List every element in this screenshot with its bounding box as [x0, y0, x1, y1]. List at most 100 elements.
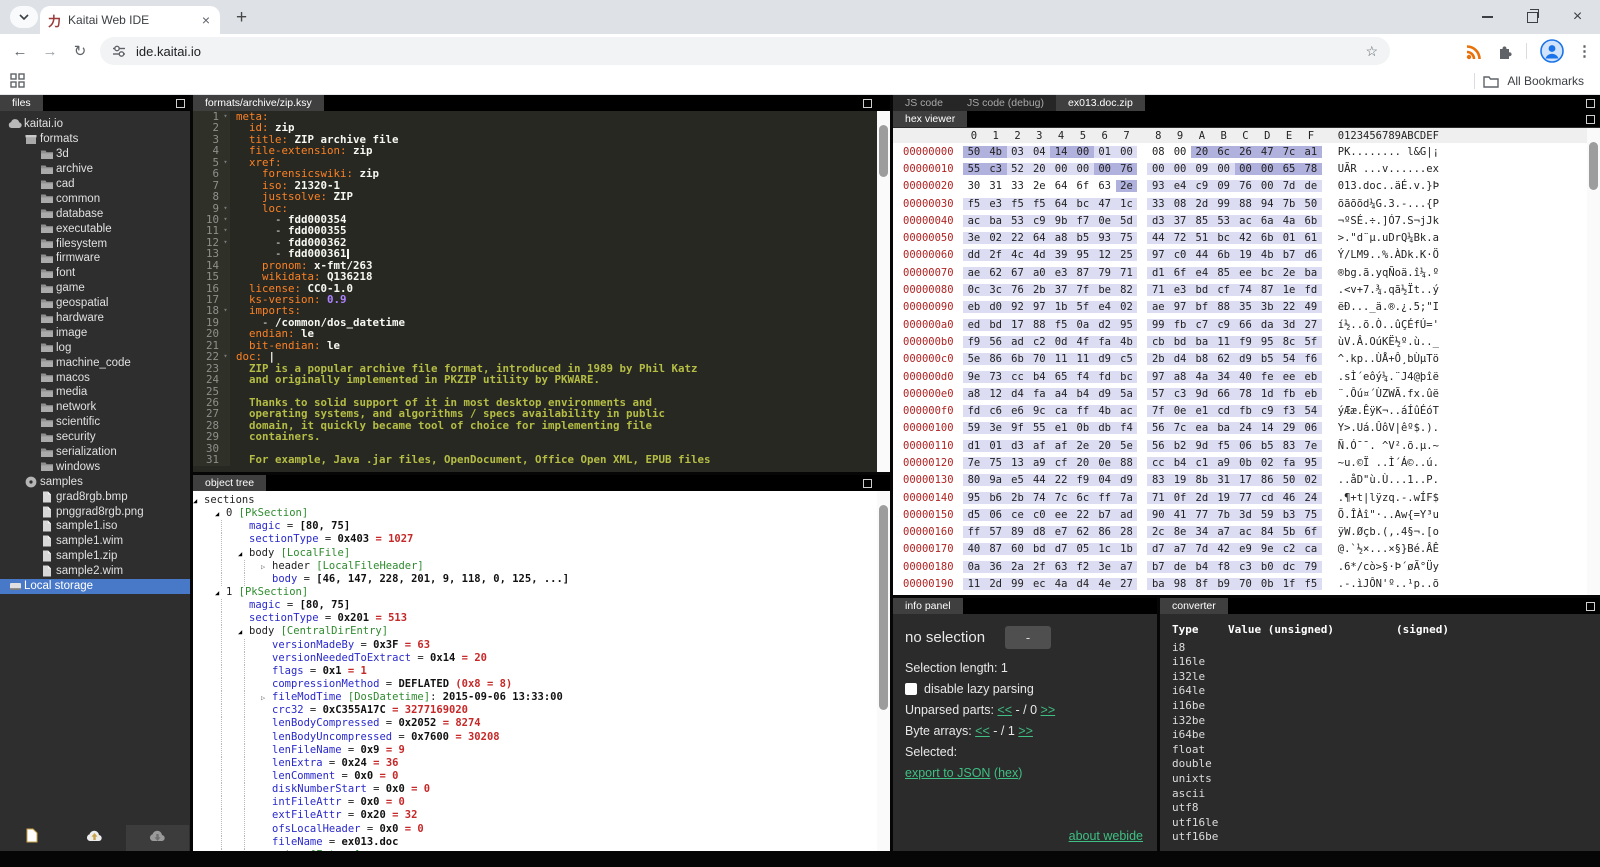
hex-byte[interactable]: 86	[1256, 474, 1278, 486]
object-tree-node[interactable]: fileName = ex013.doc	[193, 836, 877, 849]
hex-byte[interactable]: 88	[1028, 319, 1050, 331]
hex-byte[interactable]: dc	[1278, 561, 1300, 573]
object-tree-node[interactable]: lenFileName = 0x9 = 9	[193, 744, 877, 757]
hex-byte[interactable]: eb	[1300, 388, 1322, 400]
hex-byte[interactable]: 9b	[1050, 215, 1072, 227]
hex-byte[interactable]: b4	[1169, 457, 1191, 469]
hex-byte[interactable]: 7c	[1169, 422, 1191, 434]
hex-byte[interactable]: f9	[1235, 336, 1257, 348]
minimize-button[interactable]	[1465, 0, 1510, 34]
object-tree-node[interactable]: sectionType = 0x403 = 1027	[193, 533, 877, 546]
hex-byte[interactable]: 00	[1147, 163, 1169, 175]
tree-item-sample2-wim[interactable]: sample2.wim	[0, 564, 190, 579]
hex-byte[interactable]: 4e	[1094, 578, 1116, 590]
hex-byte[interactable]: 02	[1256, 457, 1278, 469]
hex-byte[interactable]: 26	[1235, 146, 1257, 158]
hex-byte[interactable]: 00	[1072, 146, 1094, 158]
hex-byte[interactable]: 4b	[1094, 405, 1116, 417]
editor-line[interactable]: 31 For example, Java .jar files, OpenDoc…	[193, 454, 877, 465]
forward-button[interactable]: →	[36, 34, 64, 68]
fold-toggle-icon[interactable]: ▾	[221, 225, 230, 236]
fold-toggle-icon[interactable]: ▾	[221, 157, 230, 168]
hex-byte[interactable]: 2d	[1191, 492, 1213, 504]
hex-byte[interactable]: 33	[1147, 198, 1169, 210]
fold-toggle-icon[interactable]: ▾	[221, 305, 230, 316]
hex-byte[interactable]: ed	[963, 319, 985, 331]
hex-byte[interactable]: a7	[1213, 526, 1235, 538]
hex-byte[interactable]: 88	[1116, 457, 1138, 469]
hex-byte[interactable]: 0b	[1235, 457, 1257, 469]
hex-byte[interactable]: bd	[1028, 543, 1050, 555]
hex-ascii[interactable]: 013.doc..äÉ.v.}Þ	[1338, 180, 1439, 192]
hex-byte[interactable]: ca	[1300, 543, 1322, 555]
editor-line[interactable]: 4 file-extension: zip	[193, 145, 877, 156]
hex-byte[interactable]: 2d	[1191, 198, 1213, 210]
hex-byte[interactable]: 22	[1072, 509, 1094, 521]
hex-byte[interactable]: 0e	[1094, 457, 1116, 469]
hex-byte[interactable]: ba	[1147, 578, 1169, 590]
hex-byte[interactable]: fb	[1278, 388, 1300, 400]
hex-byte[interactable]: ad	[1116, 509, 1138, 521]
tree-item-geospatial[interactable]: geospatial	[0, 296, 190, 311]
hex-byte[interactable]: 97	[1147, 371, 1169, 383]
hex-byte[interactable]: c3	[1169, 388, 1191, 400]
hex-byte[interactable]: f9	[963, 336, 985, 348]
tab-js-code[interactable]: JS code	[893, 95, 955, 111]
address-bar[interactable]: ide.kaitai.io ☆	[100, 37, 1390, 65]
export-hex-link[interactable]: hex	[998, 766, 1018, 780]
hex-ascii[interactable]: .¶+t|lÿzq.-.wÍF$	[1338, 492, 1439, 504]
hex-byte[interactable]: 49	[1300, 301, 1322, 313]
node-collapsed-icon[interactable]: ▷	[261, 850, 272, 851]
hex-byte[interactable]: 3d	[1235, 509, 1257, 521]
hex-byte[interactable]: 6b	[1213, 249, 1235, 261]
hex-byte[interactable]: 01	[1278, 232, 1300, 244]
hex-byte[interactable]: 99	[1007, 578, 1029, 590]
hex-byte[interactable]: 60	[1007, 543, 1029, 555]
hex-byte[interactable]: d7	[1147, 543, 1169, 555]
editor-line[interactable]: 1▾meta:	[193, 111, 877, 122]
hex-byte[interactable]: b8	[1191, 353, 1213, 365]
hex-byte[interactable]: 4a	[1278, 215, 1300, 227]
hex-byte[interactable]: 11	[1050, 353, 1072, 365]
hex-byte[interactable]: 53	[1007, 215, 1029, 227]
hex-byte[interactable]: 1b	[1050, 301, 1072, 313]
tab-converter[interactable]: converter	[1160, 598, 1228, 614]
hex-byte[interactable]: 2b	[1007, 492, 1029, 504]
hex-byte[interactable]: 3d	[1278, 319, 1300, 331]
hex-byte[interactable]: 22	[1007, 232, 1029, 244]
hex-byte[interactable]: 3e	[1094, 561, 1116, 573]
hex-byte[interactable]: 2c	[1147, 526, 1169, 538]
hex-byte[interactable]: f8	[1213, 561, 1235, 573]
hex-byte[interactable]: 59	[1256, 509, 1278, 521]
hex-byte[interactable]: 2e	[1072, 440, 1094, 452]
selection-button[interactable]: -	[1005, 626, 1051, 649]
hex-ascii[interactable]: ®bg.ã.yqÑoä.î¼.º	[1338, 267, 1439, 279]
hex-byte[interactable]: 50	[1278, 474, 1300, 486]
object-tree-node[interactable]: magic = [80, 75]	[193, 599, 877, 612]
editor-scrollbar[interactable]	[877, 111, 890, 472]
hex-byte[interactable]: 00	[1116, 146, 1138, 158]
hex-byte[interactable]: 09	[1213, 180, 1235, 192]
hex-byte[interactable]: f5	[1300, 578, 1322, 590]
hex-byte[interactable]: f7	[1072, 215, 1094, 227]
hex-byte[interactable]: ca	[1050, 405, 1072, 417]
hex-byte[interactable]: 95	[1072, 249, 1094, 261]
unparsed-next-link[interactable]: >>	[1041, 703, 1056, 717]
hex-byte[interactable]: 74	[1235, 284, 1257, 296]
hex-byte[interactable]: 29	[1278, 422, 1300, 434]
object-tree-node[interactable]: ▷fileModTime [DosDatetime]: 2015-09-06 1…	[193, 691, 877, 704]
tab-js-code-debug-[interactable]: JS code (debug)	[955, 95, 1056, 111]
hex-byte[interactable]: e1	[1050, 422, 1072, 434]
hex-byte[interactable]: 88	[1235, 198, 1257, 210]
bookmark-star-icon[interactable]: ☆	[1365, 43, 1378, 60]
object-tree-node[interactable]: ◢0 [PkSection]	[193, 507, 877, 520]
hex-byte[interactable]: 2e	[1116, 180, 1138, 192]
hex-byte[interactable]: b7	[1094, 509, 1116, 521]
hex-byte[interactable]: 1b	[1116, 543, 1138, 555]
hex-byte[interactable]: d5	[963, 509, 985, 521]
hex-byte[interactable]: c2	[1278, 543, 1300, 555]
hex-byte[interactable]: 64	[1050, 180, 1072, 192]
hex-byte[interactable]: 66	[1235, 319, 1257, 331]
hex-byte[interactable]: 02	[1116, 301, 1138, 313]
hex-byte[interactable]: ae	[963, 267, 985, 279]
